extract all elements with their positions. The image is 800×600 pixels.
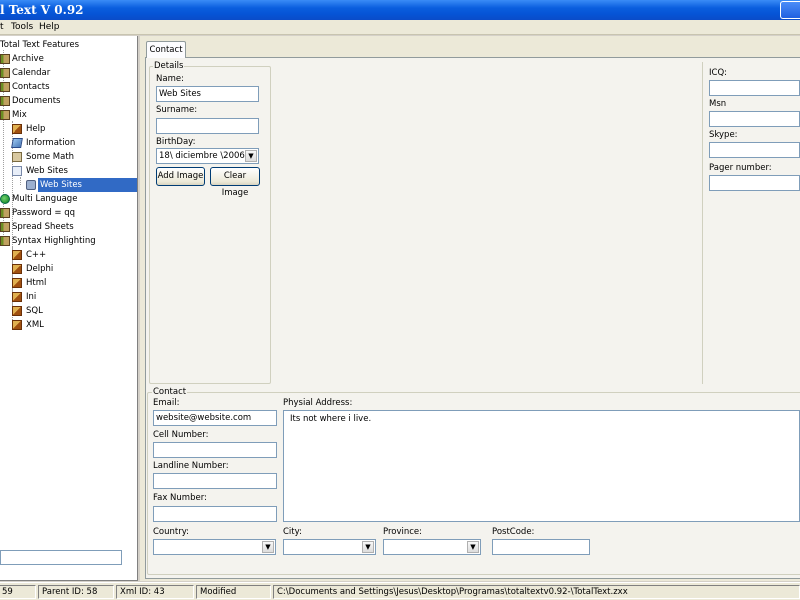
book-icon <box>0 82 10 92</box>
book-icon <box>0 54 10 64</box>
tree-item-label: Web Sites <box>38 178 137 192</box>
window-title: l Text V 0.92 <box>0 3 84 17</box>
chevron-down-icon[interactable]: ▼ <box>467 541 479 553</box>
status-xml-id: Xml ID: 43 <box>116 585 194 599</box>
pen-icon <box>12 278 22 288</box>
landline-label: Landline Number: <box>153 461 229 471</box>
globe-icon <box>0 194 10 204</box>
skype-input[interactable] <box>709 142 800 158</box>
tree-item-label: Help <box>26 124 46 134</box>
menu-file[interactable]: t <box>0 21 4 34</box>
fax-input[interactable] <box>153 506 277 522</box>
book-icon <box>0 236 10 246</box>
tree-item-label: Some Math <box>26 152 75 162</box>
tree-search-input[interactable] <box>0 550 122 565</box>
status-state: Modified <box>196 585 271 599</box>
skype-label: Skype: <box>709 130 738 140</box>
tab-contact[interactable]: Contact <box>146 41 186 58</box>
tree-item-label: XML <box>26 320 44 330</box>
menu-tools[interactable]: Tools <box>11 21 33 34</box>
tree-item-label: Contacts <box>12 82 50 92</box>
tree-item-label: Total Text Features <box>0 40 79 50</box>
pen-icon <box>12 292 22 302</box>
tree-item-label: Spread Sheets <box>12 222 74 232</box>
status-id: 59 <box>0 585 36 599</box>
pen-icon <box>12 306 22 316</box>
calc-icon <box>12 152 22 162</box>
book-icon <box>0 68 10 78</box>
chevron-down-icon[interactable]: ▼ <box>245 150 257 162</box>
tree-item-label: Multi Language <box>12 194 78 204</box>
province-select[interactable]: ▼ <box>383 539 481 555</box>
chevron-down-icon[interactable]: ▼ <box>362 541 374 553</box>
add-image-button[interactable]: Add Image <box>156 167 205 186</box>
email-input[interactable]: website@website.com <box>153 410 277 426</box>
info-icon <box>11 138 23 148</box>
icq-input[interactable] <box>709 80 800 96</box>
details-group-title: Details <box>153 61 185 71</box>
tree-item-label: Password = qq <box>12 208 76 218</box>
city-label: City: <box>283 527 302 537</box>
pen-icon <box>12 124 22 134</box>
menu-help[interactable]: Help <box>39 21 60 34</box>
icq-label: ICQ: <box>709 68 727 78</box>
tree-item-label: Web Sites <box>26 166 68 176</box>
minimize-button[interactable] <box>780 1 800 19</box>
tree-item-label: Mix <box>12 110 27 120</box>
pager-input[interactable] <box>709 175 800 191</box>
tree-item-label: Html <box>26 278 47 288</box>
tree-item-label: Syntax Highlighting <box>12 236 96 246</box>
features-tree[interactable]: Total Text Features Archive Calendar Con… <box>0 36 138 581</box>
status-parent-id: Parent ID: 58 <box>38 585 114 599</box>
name-label: Name: <box>156 74 184 84</box>
surname-label: Surname: <box>156 105 198 115</box>
postcode-input[interactable] <box>492 539 590 555</box>
book-icon <box>0 96 10 106</box>
tree-item-label: C++ <box>26 250 47 260</box>
window-titlebar[interactable]: l Text V 0.92 <box>0 0 800 20</box>
birthday-picker[interactable]: 18\ diciembre \2006 ▼ <box>156 148 259 164</box>
pager-label: Pager number: <box>709 163 772 173</box>
province-label: Province: <box>383 527 423 537</box>
menu-bar: t Tools Help <box>0 20 800 35</box>
tree-item-label: Ini <box>26 292 37 302</box>
email-label: Email: <box>153 398 180 408</box>
tree-item-label: Information <box>26 138 76 148</box>
landline-input[interactable] <box>153 473 277 489</box>
birthday-value: 18\ diciembre \2006 <box>159 151 245 161</box>
book-icon <box>0 110 10 120</box>
birthday-label: BirthDay: <box>156 137 196 147</box>
book-icon <box>0 208 10 218</box>
pen-icon <box>12 250 22 260</box>
chevron-down-icon[interactable]: ▼ <box>262 541 274 553</box>
book-icon <box>0 222 10 232</box>
tree-item-label: SQL <box>26 306 43 316</box>
tree-item-label: Delphi <box>26 264 54 274</box>
country-label: Country: <box>153 527 190 537</box>
postcode-label: PostCode: <box>492 527 535 537</box>
msn-label: Msn <box>709 99 727 109</box>
status-file-path: C:\Documents and Settings\Jesus\Desktop\… <box>273 585 800 599</box>
tree-item-label: Calendar <box>12 68 51 78</box>
cell-input[interactable] <box>153 442 277 458</box>
address-label: Physial Address: <box>283 398 353 408</box>
country-select[interactable]: ▼ <box>153 539 276 555</box>
tree-item-web-sites-child[interactable]: Web Sites <box>0 178 137 192</box>
pen-icon <box>12 320 22 330</box>
status-bar: 59 Parent ID: 58 Xml ID: 43 Modified C:\… <box>0 582 800 600</box>
fax-label: Fax Number: <box>153 493 207 503</box>
name-input[interactable]: Web Sites <box>156 86 259 102</box>
page-icon <box>12 166 22 176</box>
clear-image-button[interactable]: Clear Image <box>210 167 260 198</box>
city-select[interactable]: ▼ <box>283 539 376 555</box>
contact-group-title: Contact <box>152 387 188 397</box>
msn-input[interactable] <box>709 111 800 127</box>
address-textarea[interactable]: Its not where i live. <box>283 410 800 522</box>
cell-label: Cell Number: <box>153 430 209 440</box>
tree-item-label: Archive <box>12 54 44 64</box>
surname-input[interactable] <box>156 118 259 134</box>
tree-item-label: Documents <box>12 96 61 106</box>
pen-icon <box>12 264 22 274</box>
link-icon <box>26 180 36 190</box>
